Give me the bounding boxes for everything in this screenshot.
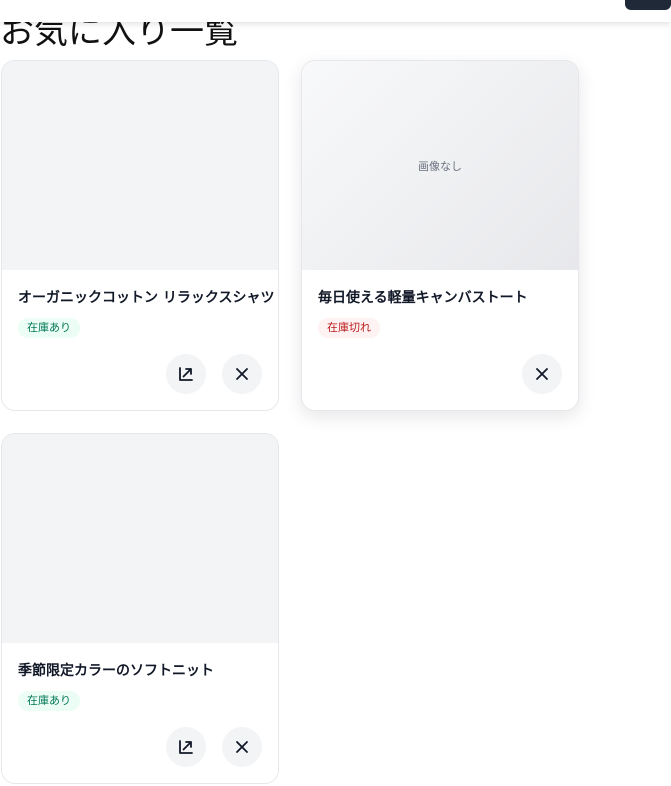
- close-icon: [236, 368, 248, 380]
- product-name[interactable]: 毎日使える軽量キャンバストート: [318, 288, 562, 308]
- remove-favorite-button[interactable]: [222, 727, 262, 767]
- favorite-card: オーガニックコットン リラックスシャツ 在庫あり: [1, 60, 279, 411]
- close-icon: [536, 368, 548, 380]
- open-icon: [179, 367, 193, 381]
- product-image[interactable]: [2, 434, 278, 643]
- remove-favorite-button[interactable]: [522, 354, 562, 394]
- remove-favorite-button[interactable]: [222, 354, 262, 394]
- open-icon: [179, 740, 193, 754]
- stock-status-badge: 在庫切れ: [318, 318, 380, 338]
- header-button[interactable]: [625, 0, 671, 10]
- open-product-button[interactable]: [166, 727, 206, 767]
- top-navigation-bar: [0, 0, 671, 22]
- product-image[interactable]: [2, 61, 278, 270]
- close-icon: [236, 741, 248, 753]
- product-image-placeholder[interactable]: 画像なし: [302, 61, 578, 270]
- product-name[interactable]: オーガニックコットン リラックスシャツ: [18, 288, 274, 308]
- stock-status-badge: 在庫あり: [18, 318, 80, 338]
- favorite-card: 画像なし 毎日使える軽量キャンバストート 在庫切れ: [301, 60, 579, 411]
- open-product-button[interactable]: [166, 354, 206, 394]
- stock-status-badge: 在庫あり: [18, 691, 80, 711]
- product-name[interactable]: 季節限定カラーのソフトニット: [18, 661, 262, 681]
- favorite-card: 季節限定カラーのソフトニット 在庫あり: [1, 433, 279, 784]
- no-image-label: 画像なし: [418, 159, 462, 173]
